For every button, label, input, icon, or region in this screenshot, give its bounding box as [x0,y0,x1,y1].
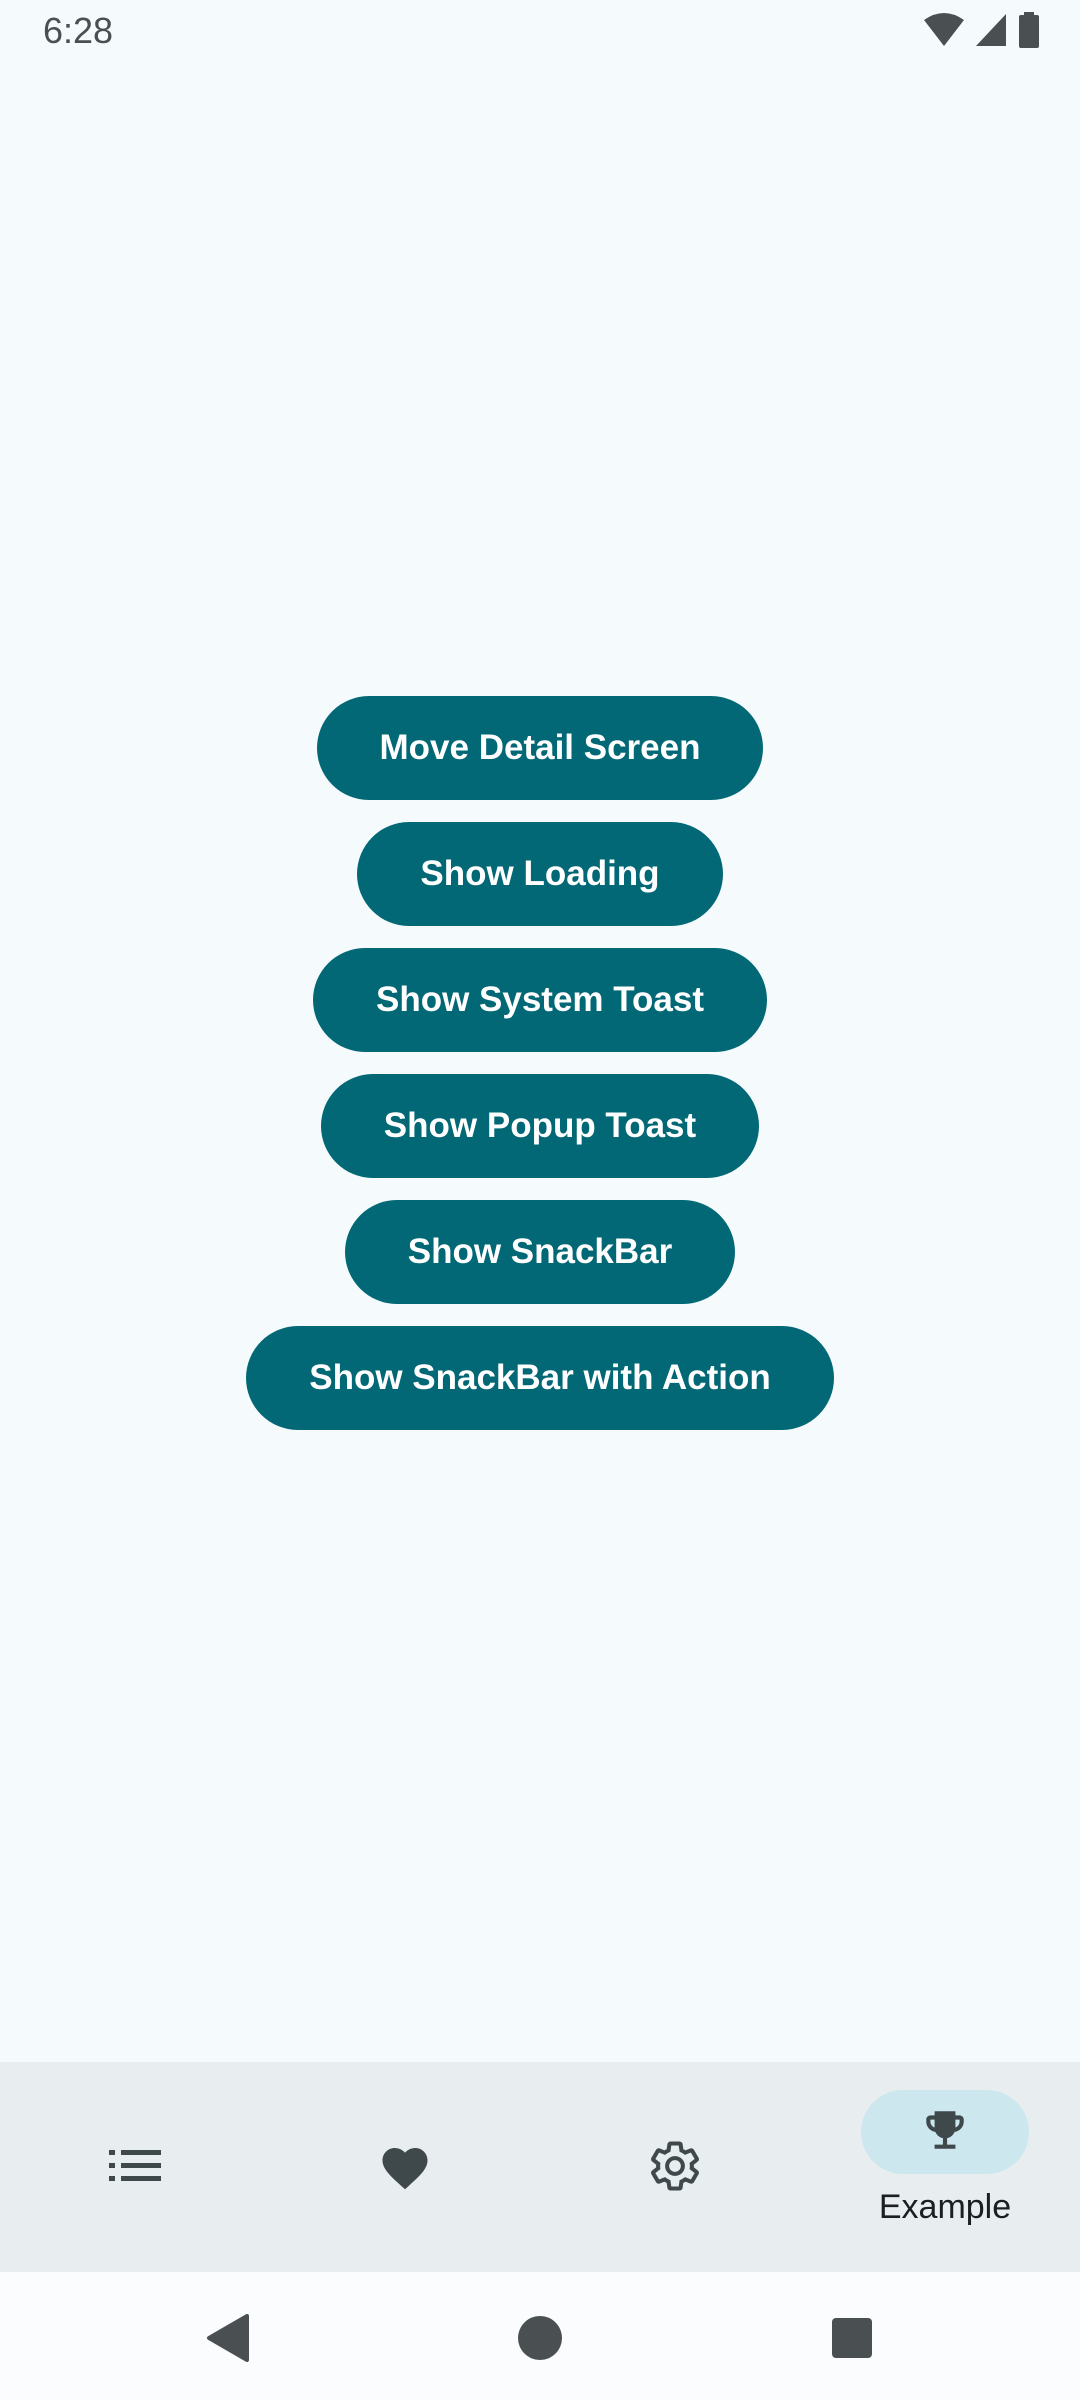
show-popup-toast-button[interactable]: Show Popup Toast [320,1074,760,1178]
status-bar: 6:28 [0,0,1080,62]
status-time: 6:28 [43,10,114,51]
nav-item-favorites[interactable] [270,2062,540,2272]
gear-icon [648,2139,702,2193]
show-system-toast-button[interactable]: Show System Toast [312,948,768,1052]
cell-signal-icon [974,12,1008,48]
trophy-icon [920,2105,970,2160]
bottom-navigation: Example [0,2062,1080,2272]
nav-active-indicator [861,2090,1029,2174]
show-snackbar-with-action-button[interactable]: Show SnackBar with Action [246,1326,834,1430]
show-loading-button[interactable]: Show Loading [357,822,723,926]
nav-item-settings[interactable] [540,2062,810,2272]
nav-item-example[interactable]: Example [810,2062,1080,2272]
nav-item-list[interactable] [0,2062,270,2272]
action-button-list: Move Detail Screen Show Loading Show Sys… [0,696,1080,1452]
list-icon [109,2146,161,2186]
wifi-icon [924,12,964,48]
show-snackbar-button[interactable]: Show SnackBar [344,1200,736,1304]
system-navigation-bar [0,2272,1080,2400]
battery-icon [1018,12,1040,48]
back-icon[interactable] [204,2314,252,2362]
heart-icon [378,2141,432,2191]
move-detail-screen-button[interactable]: Move Detail Screen [316,696,764,800]
recents-icon[interactable] [828,2314,876,2362]
nav-label-example: Example [878,2188,1012,2226]
status-icons [924,12,1040,48]
home-icon[interactable] [516,2314,564,2362]
